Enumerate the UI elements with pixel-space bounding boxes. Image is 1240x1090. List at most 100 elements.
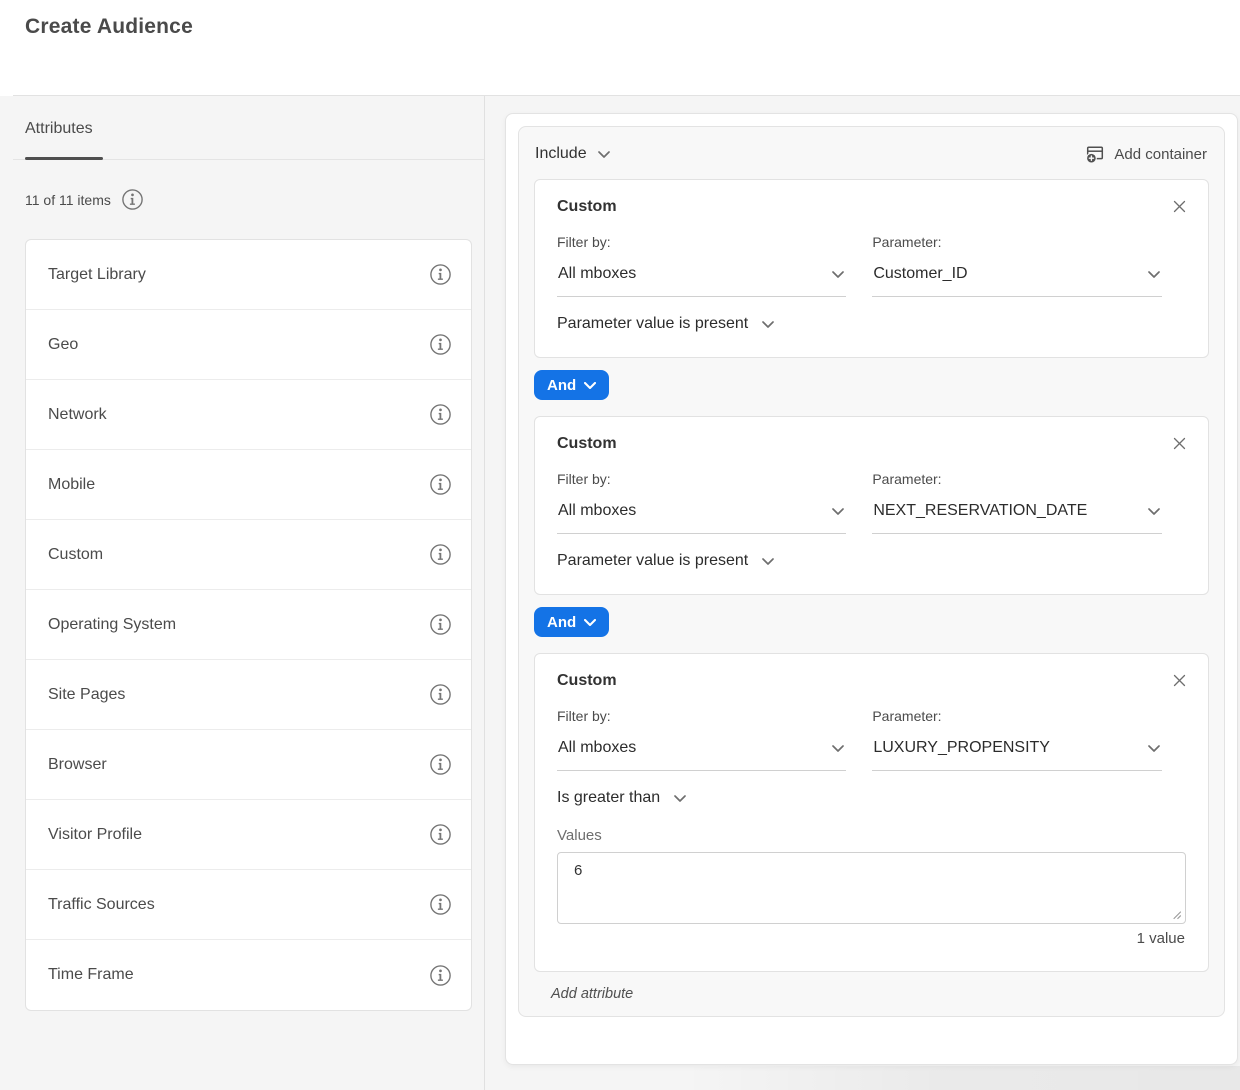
parameter-dropdown[interactable]: LUXURY_PROPENSITY xyxy=(872,739,1161,771)
operator-dropdown[interactable]: Parameter value is present xyxy=(557,552,774,570)
sidebar-item-visitor-profile[interactable]: Visitor Profile xyxy=(26,800,471,870)
info-button[interactable] xyxy=(429,543,452,566)
card-header: Custom xyxy=(557,435,1186,453)
filter-by-value: All mboxes xyxy=(558,502,636,520)
info-button[interactable] xyxy=(429,613,452,636)
filter-by-value: All mboxes xyxy=(558,265,636,283)
info-icon xyxy=(429,753,452,776)
chevron-down-icon xyxy=(762,558,774,565)
chevron-down-icon xyxy=(1148,271,1160,278)
info-icon xyxy=(121,188,144,211)
sidebar-item-browser[interactable]: Browser xyxy=(26,730,471,800)
chevron-down-icon xyxy=(584,382,596,389)
and-combinator-button[interactable]: And xyxy=(534,370,609,400)
sidebar-item-network[interactable]: Network xyxy=(26,380,471,450)
content-area: Attributes 11 of 11 items Target Library… xyxy=(0,96,1240,1090)
sidebar-item-label: Target Library xyxy=(48,266,146,284)
remove-card-button[interactable] xyxy=(1173,198,1186,213)
include-container: Include Add container Custom xyxy=(518,126,1225,1017)
card-fields: Filter by: All mboxes Parameter: NEXT_RE… xyxy=(557,471,1186,534)
chevron-down-icon xyxy=(762,321,774,328)
filter-by-dropdown[interactable]: All mboxes xyxy=(557,739,846,771)
chevron-down-icon xyxy=(1148,508,1160,515)
add-container-icon xyxy=(1085,144,1105,164)
parameter-dropdown[interactable]: Customer_ID xyxy=(872,265,1161,297)
info-icon xyxy=(429,403,452,426)
values-text: 6 xyxy=(574,862,582,879)
filter-by-label: Filter by: xyxy=(557,708,846,724)
info-button[interactable] xyxy=(429,333,452,356)
tab-attributes-label: Attributes xyxy=(25,120,93,137)
chevron-down-icon xyxy=(674,795,686,802)
close-icon xyxy=(1173,437,1186,450)
values-textarea[interactable]: 6 xyxy=(557,852,1186,924)
chevron-down-icon xyxy=(832,271,844,278)
info-button[interactable] xyxy=(429,753,452,776)
parameter-dropdown[interactable]: NEXT_RESERVATION_DATE xyxy=(872,502,1161,534)
filter-by-field: Filter by: All mboxes xyxy=(557,471,846,534)
info-button[interactable] xyxy=(429,823,452,846)
and-label: And xyxy=(547,614,576,631)
filter-by-dropdown[interactable]: All mboxes xyxy=(557,502,846,534)
card-title: Custom xyxy=(557,672,617,690)
close-icon xyxy=(1173,200,1186,213)
resize-handle-icon[interactable] xyxy=(1171,909,1182,920)
items-count-info-button[interactable] xyxy=(121,188,144,211)
info-button[interactable] xyxy=(429,964,452,987)
sidebar-item-mobile[interactable]: Mobile xyxy=(26,450,471,520)
container-header: Include Add container xyxy=(534,139,1209,169)
operator-dropdown[interactable]: Is greater than xyxy=(557,789,686,807)
sidebar-item-traffic-sources[interactable]: Traffic Sources xyxy=(26,870,471,940)
operator-dropdown[interactable]: Parameter value is present xyxy=(557,315,774,333)
operator-value: Is greater than xyxy=(557,789,660,807)
filter-by-label: Filter by: xyxy=(557,471,846,487)
add-container-label: Add container xyxy=(1114,146,1207,163)
remove-card-button[interactable] xyxy=(1173,672,1186,687)
parameter-field: Parameter: NEXT_RESERVATION_DATE xyxy=(872,471,1161,534)
sidebar-item-site-pages[interactable]: Site Pages xyxy=(26,660,471,730)
tab-attributes[interactable]: Attributes xyxy=(25,120,93,138)
filter-by-label: Filter by: xyxy=(557,234,846,250)
chevron-down-icon xyxy=(598,151,610,158)
close-icon xyxy=(1173,674,1186,687)
page-title: Create Audience xyxy=(25,15,193,39)
info-icon xyxy=(429,823,452,846)
items-count-text: 11 of 11 items xyxy=(25,192,111,208)
sidebar-item-label: Visitor Profile xyxy=(48,826,142,844)
active-tab-indicator xyxy=(25,157,103,160)
sidebar-item-label: Geo xyxy=(48,336,78,354)
info-button[interactable] xyxy=(429,893,452,916)
sidebar-item-time-frame[interactable]: Time Frame xyxy=(26,940,471,1010)
info-icon xyxy=(429,613,452,636)
audience-builder-panel: Include Add container Custom xyxy=(505,113,1238,1065)
combinator-value: Include xyxy=(535,145,587,163)
sidebar-item-geo[interactable]: Geo xyxy=(26,310,471,380)
sidebar-item-target-library[interactable]: Target Library xyxy=(26,240,471,310)
add-container-button[interactable]: Add container xyxy=(1085,144,1207,164)
parameter-label: Parameter: xyxy=(872,708,1161,724)
chevron-down-icon xyxy=(1148,745,1160,752)
and-combinator-button[interactable]: And xyxy=(534,607,609,637)
remove-card-button[interactable] xyxy=(1173,435,1186,450)
sidebar-item-operating-system[interactable]: Operating System xyxy=(26,590,471,660)
add-attribute-button[interactable]: Add attribute xyxy=(551,986,633,1002)
operator-value: Parameter value is present xyxy=(557,552,748,570)
and-label: And xyxy=(547,377,576,394)
sidebar-item-custom[interactable]: Custom xyxy=(26,520,471,590)
bottom-shadow xyxy=(0,1066,1240,1090)
operator-value: Parameter value is present xyxy=(557,315,748,333)
info-button[interactable] xyxy=(429,403,452,426)
filter-by-dropdown[interactable]: All mboxes xyxy=(557,265,846,297)
info-button[interactable] xyxy=(429,683,452,706)
info-button[interactable] xyxy=(429,263,452,286)
attributes-list: Target Library Geo Network Mobile Custom… xyxy=(25,239,472,1011)
info-button[interactable] xyxy=(429,473,452,496)
sidebar-item-label: Time Frame xyxy=(48,966,134,984)
card-fields: Filter by: All mboxes Parameter: LUXURY_… xyxy=(557,708,1186,771)
chevron-down-icon xyxy=(584,619,596,626)
sidebar-item-label: Traffic Sources xyxy=(48,896,155,914)
sidebar-item-label: Browser xyxy=(48,756,107,774)
items-count-row: 11 of 11 items xyxy=(25,188,144,211)
combinator-dropdown[interactable]: Include xyxy=(535,145,610,163)
filter-by-field: Filter by: All mboxes xyxy=(557,708,846,771)
